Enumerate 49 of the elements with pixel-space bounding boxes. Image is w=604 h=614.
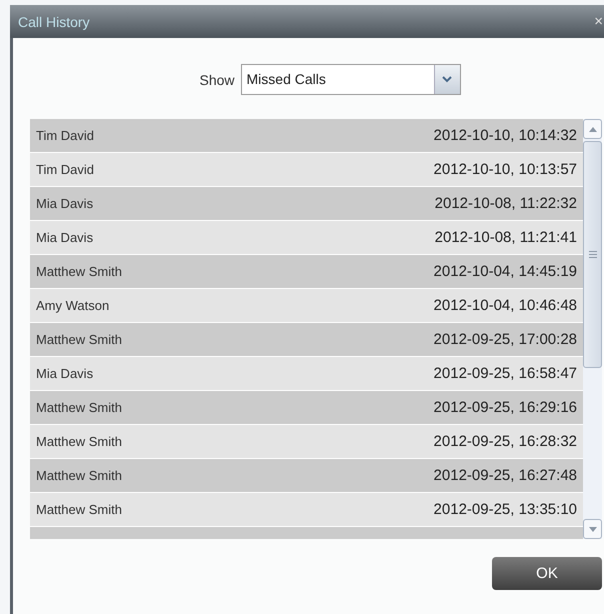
grip-icon <box>588 251 596 258</box>
call-row[interactable]: Tim David 2012-10-10, 10:13:57 <box>30 153 583 187</box>
call-row[interactable]: Matthew Smith 2012-09-25, 16:27:48 <box>30 459 583 493</box>
caller-name: Matthew Smith <box>36 434 122 449</box>
caller-name: Tim David <box>36 128 94 143</box>
down-arrow-icon <box>588 526 596 532</box>
call-time: 2012-09-25, 16:29:16 <box>434 399 577 416</box>
scroll-thumb[interactable] <box>583 141 602 368</box>
call-time: 2012-10-04, 14:45:19 <box>434 263 577 280</box>
call-row[interactable]: Tim David 2012-10-10, 10:14:32 <box>30 119 583 153</box>
call-row[interactable]: Matthew Smith 2012-09-25, 13:35:10 <box>30 493 583 527</box>
call-time: 2012-10-08, 11:22:32 <box>434 195 577 212</box>
ok-button[interactable]: OK <box>492 557 602 590</box>
call-row[interactable]: Matthew Smith 2012-09-25, 16:29:16 <box>30 391 583 425</box>
call-row[interactable]: Mia Davis 2012-10-08, 11:21:41 <box>30 221 583 255</box>
call-row[interactable]: Mia Davis 2012-09-25, 16:58:47 <box>30 357 583 391</box>
call-time: 2012-09-25, 16:28:32 <box>434 433 577 450</box>
caller-name: Mia Davis <box>36 196 94 211</box>
caller-name: Matthew Smith <box>36 264 122 279</box>
call-time: 2012-10-04, 10:46:48 <box>434 297 577 314</box>
call-time: 2012-10-10, 10:13:57 <box>434 161 577 178</box>
call-row[interactable]: Amy Watson 2012-10-04, 10:46:48 <box>30 289 583 323</box>
call-time: 2012-09-25, 16:27:48 <box>434 467 577 484</box>
up-arrow-icon <box>588 126 596 132</box>
caller-name: Matthew Smith <box>36 502 122 517</box>
caller-name: Mia Davis <box>36 230 94 245</box>
caller-name: Matthew Smith <box>36 468 122 483</box>
call-time: 2012-10-08, 11:21:41 <box>434 229 577 246</box>
scroll-up-button[interactable] <box>583 119 602 139</box>
caller-name: Mia Davis <box>36 366 94 381</box>
caller-name: Matthew Smith <box>36 400 122 415</box>
call-row[interactable]: Matthew Smith 2012-09-25, 17:00:28 <box>30 323 583 357</box>
caller-name: Amy Watson <box>36 298 110 313</box>
call-row[interactable]: Matthew Smith 2012-09-25, 16:28:32 <box>30 425 583 459</box>
caller-name: Tim David <box>36 162 94 177</box>
window-title: Call History <box>18 14 90 30</box>
scrollbar[interactable] <box>583 119 602 539</box>
chevron-down-icon <box>442 76 452 83</box>
call-row[interactable]: Matthew Smith 2012-10-04, 14:45:19 <box>30 255 583 289</box>
call-time: 2012-10-10, 10:14:32 <box>434 127 577 144</box>
show-dropdown[interactable]: Missed Calls <box>240 64 461 95</box>
close-button[interactable]: × <box>594 13 603 30</box>
call-row[interactable]: Mia Davis 2012-10-08, 11:22:32 <box>30 187 583 221</box>
show-label: Show <box>199 72 235 88</box>
call-time: 2012-09-25, 13:35:10 <box>434 501 577 518</box>
scroll-down-button[interactable] <box>583 519 602 539</box>
call-time: 2012-09-25, 17:00:28 <box>434 331 577 348</box>
call-time: 2012-09-25, 16:58:47 <box>434 365 577 382</box>
caller-name: Matthew Smith <box>36 332 122 347</box>
